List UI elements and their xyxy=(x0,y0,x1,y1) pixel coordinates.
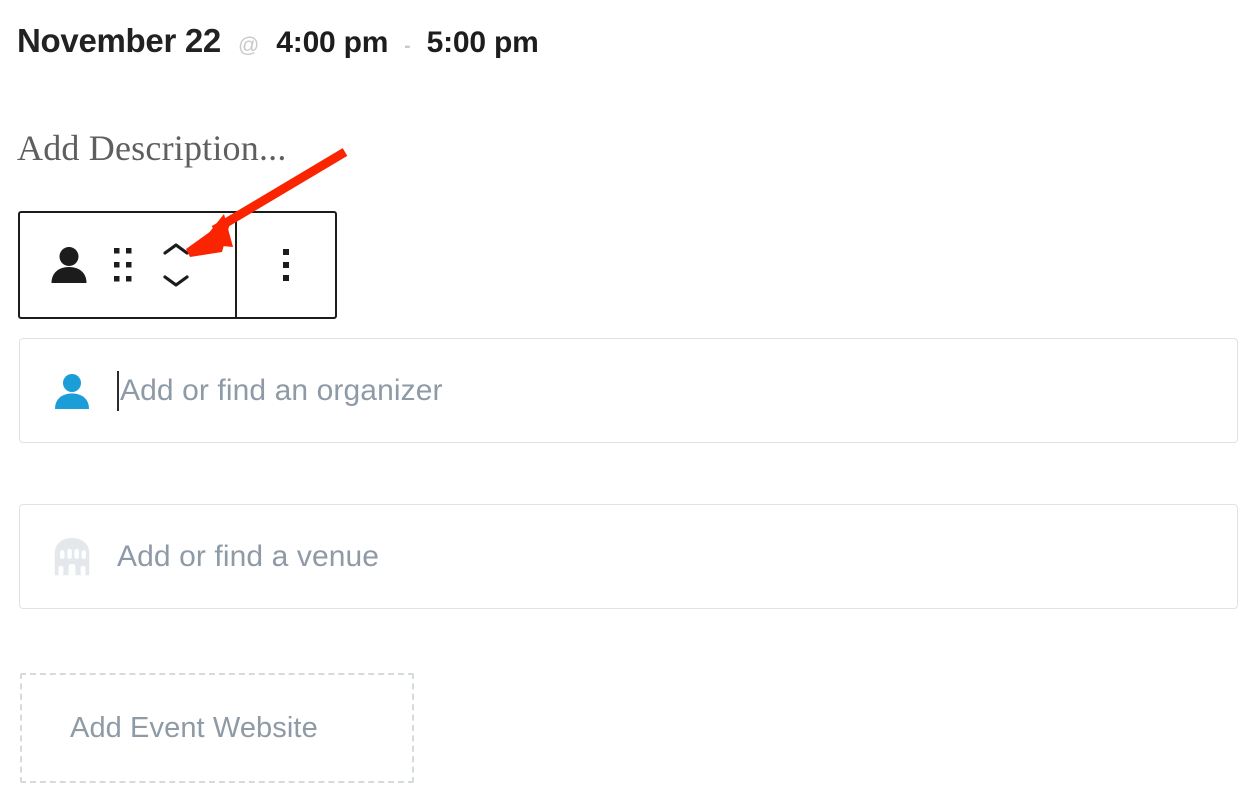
text-cursor xyxy=(117,370,119,411)
chevron-up-icon[interactable] xyxy=(163,242,189,256)
add-event-website-label: Add Event Website xyxy=(70,711,318,744)
kebab-menu-icon[interactable] xyxy=(271,243,301,287)
add-event-website-button[interactable]: Add Event Website xyxy=(20,673,414,783)
event-datetime-header: November 22 @ 4:00 pm - 5:00 pm xyxy=(17,22,539,60)
block-toolbar xyxy=(18,211,337,319)
organizer-placeholder: Add or find an organizer xyxy=(120,373,443,407)
event-date[interactable]: November 22 xyxy=(17,22,221,60)
time-range-separator: - xyxy=(404,36,411,57)
venue-field[interactable]: Add or find a venue xyxy=(19,504,1238,609)
venue-placeholder: Add or find a venue xyxy=(117,539,380,573)
organizer-input-area[interactable]: Add or find an organizer xyxy=(117,370,443,411)
chevron-down-icon[interactable] xyxy=(163,274,189,288)
person-icon xyxy=(49,368,95,414)
event-start-time[interactable]: 4:00 pm xyxy=(276,26,388,60)
organizer-field[interactable]: Add or find an organizer xyxy=(19,338,1238,443)
description-placeholder[interactable]: Add Description... xyxy=(17,127,287,169)
block-toolbar-secondary-group xyxy=(235,213,335,317)
at-symbol: @ xyxy=(237,34,260,57)
block-move-controls xyxy=(154,237,198,293)
drag-handle-dots-icon[interactable] xyxy=(108,243,138,287)
event-end-time[interactable]: 5:00 pm xyxy=(427,26,539,60)
venue-building-icon xyxy=(49,534,95,580)
person-block-icon[interactable] xyxy=(46,242,92,288)
block-toolbar-primary-group xyxy=(20,213,235,317)
